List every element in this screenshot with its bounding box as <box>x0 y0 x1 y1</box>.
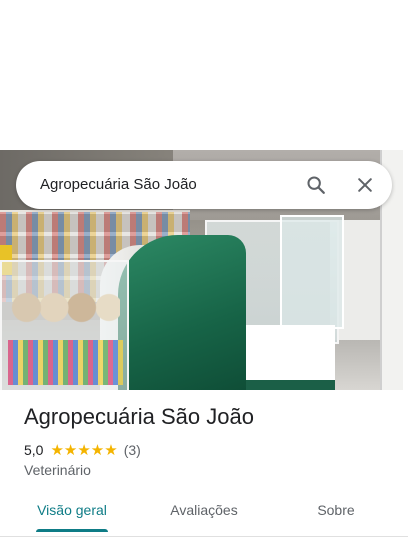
place-title: Agropecuária São João <box>24 404 254 429</box>
place-category[interactable]: Veterinário <box>24 462 91 478</box>
top-blank-area <box>0 0 408 150</box>
rating-score: 5,0 <box>24 442 44 458</box>
active-tab-indicator <box>36 529 108 532</box>
tab-bar: Visão geral Avaliações Sobre <box>0 494 408 534</box>
close-icon[interactable] <box>351 171 379 199</box>
star-rating-icon: ★★★★★ <box>50 442 118 459</box>
review-count[interactable]: (3) <box>124 442 141 458</box>
search-query-text[interactable]: Agropecuária São João <box>40 161 197 209</box>
rating-row[interactable]: 5,0 ★★★★★ (3) <box>24 441 141 459</box>
search-icon[interactable] <box>302 171 330 199</box>
search-bar[interactable]: Agropecuária São João <box>16 161 392 209</box>
tab-about[interactable]: Sobre <box>296 494 376 528</box>
tabs-divider <box>0 536 408 537</box>
tab-overview[interactable]: Visão geral <box>24 494 120 528</box>
tab-reviews[interactable]: Avaliações <box>156 494 252 528</box>
